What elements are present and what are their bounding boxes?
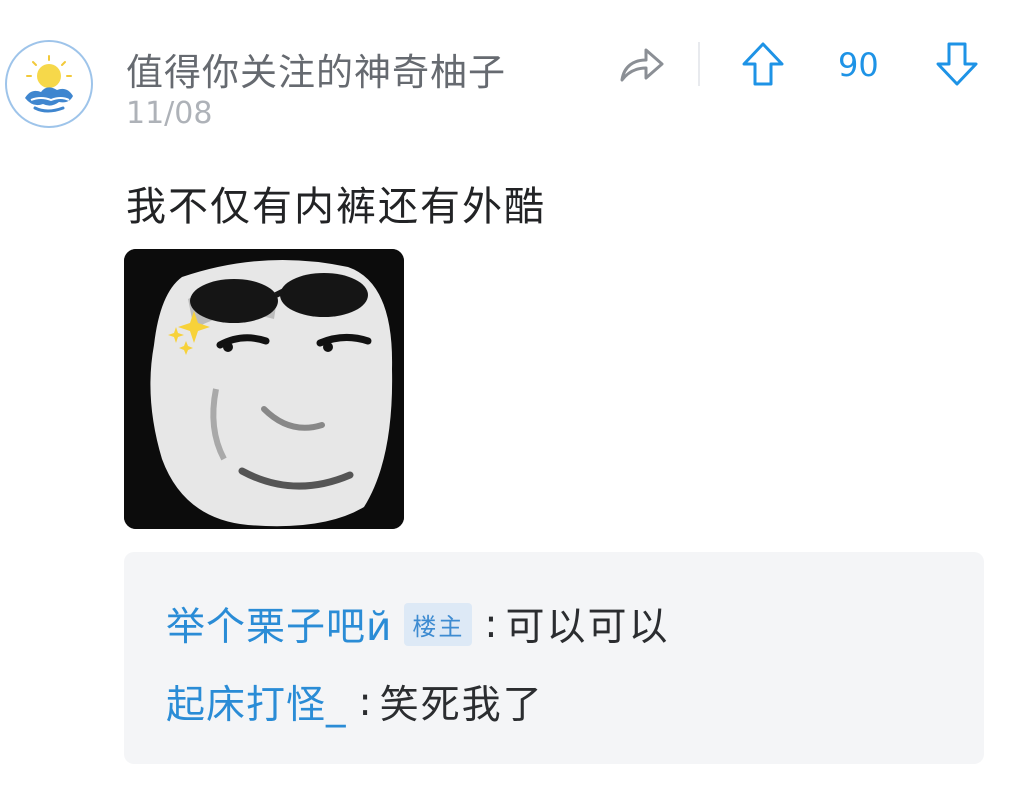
reply-author[interactable]: 起床打怪_ [166,674,347,730]
share-arrow-icon [620,48,664,82]
arrow-down-icon [936,42,978,86]
reply-text: 笑死我了 [379,683,544,728]
post-date: 11/08 [126,96,213,131]
arrow-up-icon [742,42,784,86]
share-button[interactable] [616,40,666,88]
sun-icon [26,55,72,88]
post-image[interactable] [124,249,404,529]
downvote-button[interactable] [934,40,980,88]
reply-preview[interactable]: 举个栗子吧й 楼主 : 可以可以 起床打怪_ : 笑死我了 [124,552,984,764]
op-badge: 楼主 [404,602,473,646]
user-avatar[interactable] [5,40,93,128]
reply-separator: : [484,601,498,647]
action-divider [698,42,700,86]
vote-count: 90 [838,46,879,84]
post-text: 我不仅有内裤还有外酷 [126,184,546,230]
upvote-button[interactable] [740,40,786,88]
reply-item[interactable]: 举个栗子吧й 楼主 : 可以可以 [166,596,670,652]
post-username[interactable]: 值得你关注的神奇柚子 [126,42,506,96]
reply-separator: : [358,679,372,725]
reply-item[interactable]: 起床打怪_ : 笑死我了 [166,674,544,730]
cloud-icon [25,87,73,113]
reply-author[interactable]: 举个栗子吧й [166,596,392,652]
reply-text: 可以可以 [505,605,670,650]
